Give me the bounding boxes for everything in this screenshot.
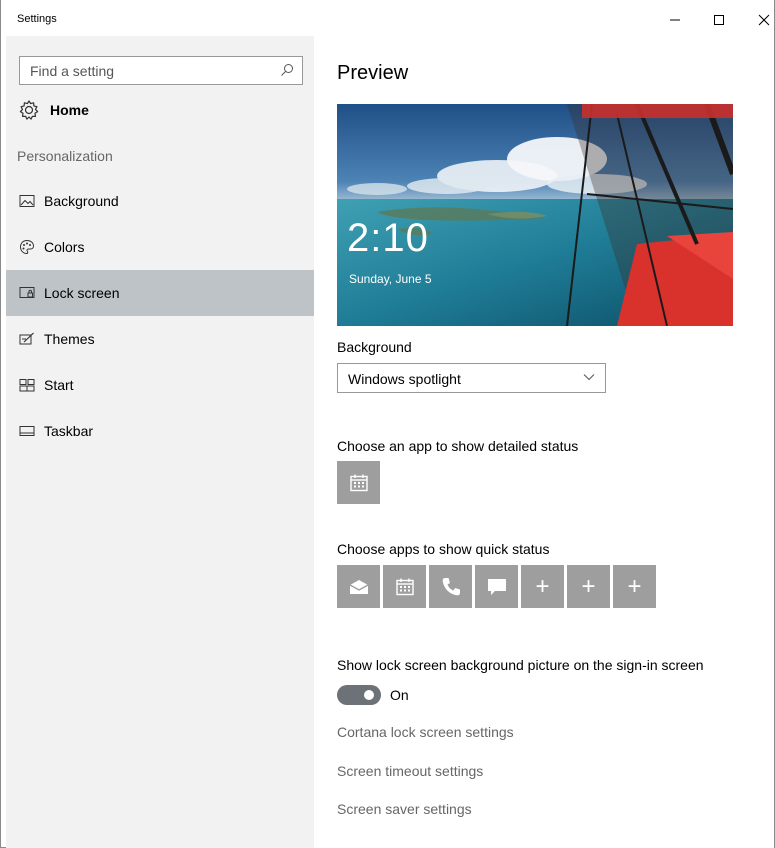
sidebar-item-themes[interactable]: Themes [6,316,314,362]
search-placeholder: Find a setting [30,63,115,79]
home-label: Home [50,102,89,118]
sidebar-item-label: Colors [44,239,85,255]
main-content: Preview 2:10 Sunday, June 5 Background W… [314,36,774,848]
page-title: Preview [337,62,409,84]
calendar-icon [349,474,368,491]
detailed-status-tile[interactable] [337,461,380,504]
sidebar-item-taskbar[interactable]: Taskbar [6,408,314,454]
quick-status-tile-add[interactable]: + [613,565,656,608]
settings-window: Settings Find a setting Home Personaliza… [0,0,775,848]
search-icon [281,64,293,76]
gear-icon [19,100,39,120]
quick-status-tile-add[interactable]: + [567,565,610,608]
message-icon [487,578,506,595]
background-label: Background [337,339,412,355]
preview-time: 2:10 [347,216,429,260]
signin-picture-toggle[interactable] [337,685,381,705]
detailed-status-label: Choose an app to show detailed status [337,438,579,454]
maximize-icon [714,15,724,25]
sidebar-item-colors[interactable]: Colors [6,224,314,270]
add-icon: + [581,572,596,600]
background-dropdown[interactable]: Windows spotlight [337,363,606,393]
quick-status-tile-message[interactable] [475,565,518,608]
section-heading-personalization: Personalization [17,148,113,164]
lock-screen-preview: 2:10 Sunday, June 5 [337,104,733,326]
signin-picture-label: Show lock screen background picture on t… [337,657,704,673]
close-button[interactable] [744,8,775,32]
toggle-knob [364,690,374,700]
preview-image [337,104,733,326]
quick-status-tile-mail[interactable] [337,565,380,608]
mail-icon [349,579,368,594]
minimize-button[interactable] [655,8,695,32]
themes-icon [18,331,36,347]
sidebar-item-start[interactable]: Start [6,362,314,408]
screen-timeout-link[interactable]: Screen timeout settings [337,763,483,779]
taskbar-icon [18,423,36,439]
sidebar-item-lock-screen[interactable]: Lock screen [6,270,314,316]
sidebar-item-background[interactable]: Background [6,178,314,224]
quick-status-tile-phone[interactable] [429,565,472,608]
home-nav-item[interactable]: Home [18,96,89,124]
lock-screen-icon [18,285,36,301]
quick-status-tile-calendar[interactable] [383,565,426,608]
sidebar-item-label: Lock screen [44,285,120,301]
maximize-button[interactable] [699,8,739,32]
window-title: Settings [17,13,57,25]
toggle-state-label: On [390,687,409,703]
minimize-icon [670,19,680,21]
sidebar-item-label: Taskbar [44,423,94,439]
close-icon [758,14,770,26]
quick-status-tile-add[interactable]: + [521,565,564,608]
phone-icon [442,577,460,595]
search-input[interactable]: Find a setting [19,56,303,85]
sidebar: Find a setting Home Personalization Back… [6,36,314,848]
palette-icon [18,239,36,255]
cortana-settings-link[interactable]: Cortana lock screen settings [337,724,514,740]
add-icon: + [627,572,642,600]
quick-status-label: Choose apps to show quick status [337,541,550,557]
title-bar[interactable]: Settings [1,0,774,36]
add-icon: + [535,572,550,600]
sidebar-item-label: Background [44,193,119,209]
sidebar-item-label: Start [44,377,74,393]
chevron-down-icon [583,374,595,381]
background-dropdown-value: Windows spotlight [348,371,461,387]
preview-date: Sunday, June 5 [349,272,432,286]
screen-saver-link[interactable]: Screen saver settings [337,801,472,817]
start-icon [18,377,36,393]
picture-icon [18,193,36,209]
sidebar-item-label: Themes [44,331,95,347]
calendar-icon [395,578,414,595]
